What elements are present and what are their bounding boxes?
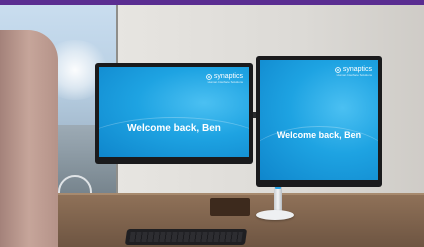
right-brand-name: synaptics xyxy=(342,66,372,73)
left-brand: synaptics Human Interface Solutions xyxy=(205,73,243,84)
synaptics-logo-icon xyxy=(205,73,212,80)
right-welcome-text: Welcome back, Ben xyxy=(276,130,362,140)
right-brand-tagline: Human Interface Solutions xyxy=(336,73,372,77)
left-brand-name: synaptics xyxy=(213,73,243,80)
office-scene: synaptics Human Interface Solutions Welc… xyxy=(0,0,424,247)
left-welcome-text: Welcome back, Ben xyxy=(127,123,221,134)
monitor-stand-base xyxy=(256,210,294,220)
left-monitor: synaptics Human Interface Solutions Welc… xyxy=(95,63,253,164)
right-monitor: synaptics Human Interface Solutions Welc… xyxy=(256,56,382,187)
left-brand-tagline: Human Interface Solutions xyxy=(207,80,243,84)
right-brand: synaptics Human Interface Solutions xyxy=(334,66,372,77)
right-monitor-screen: synaptics Human Interface Solutions Welc… xyxy=(260,60,378,180)
synaptics-logo-icon xyxy=(334,66,341,73)
keyboard xyxy=(124,229,248,245)
left-monitor-screen: synaptics Human Interface Solutions Welc… xyxy=(99,67,249,157)
person-foreground xyxy=(0,30,58,247)
desk-device-box xyxy=(210,198,250,216)
